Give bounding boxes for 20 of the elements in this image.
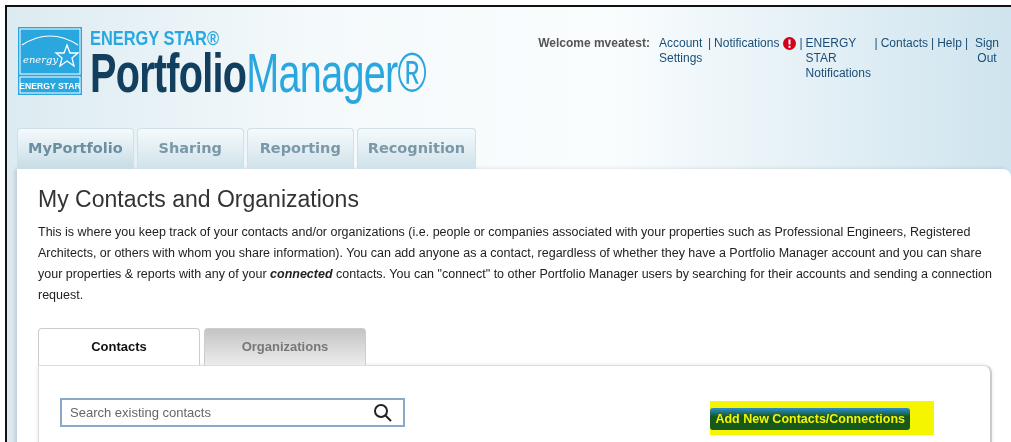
add-contacts-button[interactable]: Add New Contacts/Connections <box>710 407 910 431</box>
link-separator: | <box>707 36 712 51</box>
search-field[interactable]: Search existing contacts <box>60 397 405 427</box>
tab[interactable]: Contacts <box>38 327 200 365</box>
link-separator: | <box>799 36 803 51</box>
header-link[interactable]: Account Settings <box>658 36 705 66</box>
alert-icon <box>783 37 797 50</box>
link-separator: | <box>964 36 968 51</box>
header-link[interactable]: ENERGY STAR Notifications <box>805 36 872 81</box>
energy-star-logo: energy ENERGY STAR <box>18 27 82 95</box>
link-separator: | <box>874 36 878 51</box>
header-link[interactable]: Sign Out <box>971 36 1003 66</box>
link-separator: | <box>931 36 935 51</box>
search-icon[interactable] <box>373 402 393 423</box>
intro-paragraph: This is where you keep track of your contacts and/or organizations (i.e. people or companies associated with your properties such as Professional Engineers, Registered Architects, or others with whom you share information). You can add anyone as a contact, regardless of whether they have a Portfolio Manager account and you can share your properties & reports with any of your connected contacts. You can "connect" to other Portfolio Manager users by searching for their accounts and sending a connection request. <box>38 223 992 304</box>
welcome-text: Welcome mveatest: <box>538 36 650 51</box>
header-link[interactable]: Notifications <box>714 36 780 51</box>
header-link[interactable]: Help <box>937 36 962 51</box>
page-title: My Contacts and Organizations <box>38 186 360 214</box>
header-link[interactable]: Contacts <box>880 36 929 51</box>
